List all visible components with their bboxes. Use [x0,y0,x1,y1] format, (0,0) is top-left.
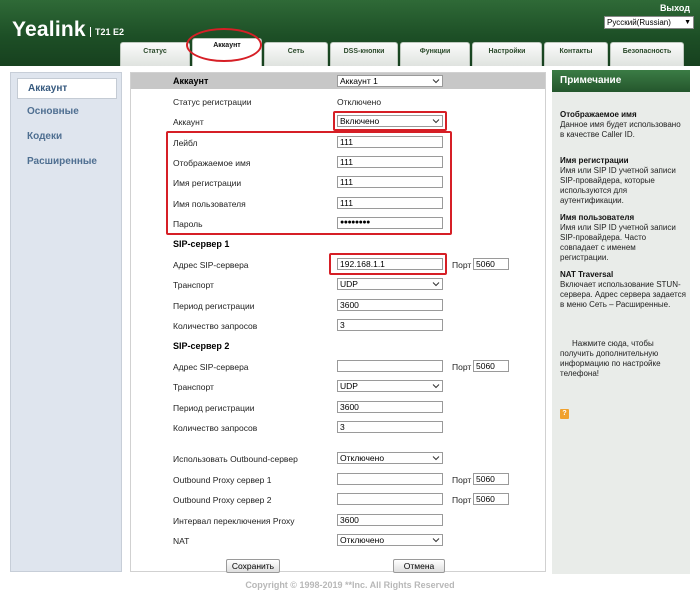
chevron-down-icon [432,538,440,543]
chevron-down-icon [432,384,440,389]
account-active-highlight [333,111,447,131]
sip1-period-input[interactable]: 3600 [337,299,443,311]
save-button[interactable]: Сохранить [226,559,280,573]
outbound-use-value: Отключено [340,453,385,463]
sip1-transport-select[interactable]: UDP [337,278,443,290]
sidebar-item-advanced[interactable]: Расширенные [27,156,97,167]
proxy2-port-label: Порт [452,495,472,505]
proxy1-port-input[interactable]: 5060 [473,473,509,485]
note-help-link[interactable]: Нажмите сюда, чтобы получить дополнитель… [560,339,686,379]
proxy1-label: Outbound Proxy сервер 1 [173,475,272,485]
proxy2-label: Outbound Proxy сервер 2 [173,495,272,505]
sip2-transport-select[interactable]: UDP [337,380,443,392]
tab-dss-keys[interactable]: DSS-кнопки [330,42,398,66]
outbound-use-select[interactable]: Отключено [337,452,443,464]
note-user-name-title: Имя пользователя [560,213,635,222]
tab-features[interactable]: Функции [400,42,470,66]
account-select[interactable]: Аккаунт 1 [337,75,443,87]
tab-network[interactable]: Сеть [264,42,328,66]
sip1-retries-label: Количество запросов [173,321,258,331]
chevron-down-icon [432,282,440,287]
sip2-port-label: Порт [452,362,472,372]
sidebar-item-account[interactable]: Аккаунт [17,78,117,99]
nat-label: NAT [173,536,190,546]
tab-contacts[interactable]: Контакты [544,42,608,66]
account-form: Аккаунт Аккаунт 1 Статус регистрации Отк… [130,72,546,573]
fallback-interval-label: Интервал переключения Proxy [173,516,295,526]
sip1-port-input[interactable]: 5060 [473,258,509,270]
account-select-value: Аккаунт 1 [340,76,378,86]
note-nat-title: NAT Traversal [560,270,614,279]
note-display-name-text: Данное имя будет использовано в качестве… [560,120,681,139]
sip2-transport-value: UDP [340,381,358,391]
sip2-title: SIP-сервер 2 [173,341,230,351]
reg-status-value: Отключено [337,97,382,107]
yealink-logo: Yealink [12,18,86,41]
note-register-name-text: Имя или SIP ID учетной записи SIP-провай… [560,166,676,205]
nat-select[interactable]: Отключено [337,534,443,546]
language-select[interactable]: Русский(Russian) ▼ [604,16,694,29]
chevron-down-icon [432,456,440,461]
sip1-port-label: Порт [452,260,472,270]
note-nat-text: Включает использование STUN-сервера. Адр… [560,280,686,309]
tab-settings[interactable]: Настройки [472,42,542,66]
sip2-retries-input[interactable]: 3 [337,421,443,433]
sip1-retries-input[interactable]: 3 [337,319,443,331]
sip2-period-input[interactable]: 3600 [337,401,443,413]
tab-status[interactable]: Статус [120,42,190,66]
tab-security[interactable]: Безопасность [610,42,684,66]
sip2-port-input[interactable]: 5060 [473,360,509,372]
outbound-use-label: Использовать Outbound-сервер [173,454,298,464]
sip1-server-label: Адрес SIP-сервера [173,260,249,270]
left-sidebar: Аккаунт Основные Кодеки Расширенные [10,72,122,572]
proxy1-input[interactable] [337,473,443,485]
note-register-name-title: Имя регистрации [560,156,629,165]
proxy1-port-label: Порт [452,475,472,485]
language-value: Русский(Russian) [607,18,671,27]
sip2-retries-label: Количество запросов [173,423,258,433]
notes-title: Примечание [552,70,690,92]
reg-status-label: Статус регистрации [173,97,252,107]
model-name: T21 E2 [90,27,124,37]
note-help-icon: ? [560,409,569,419]
sip1-transport-value: UDP [340,279,358,289]
sip2-server-label: Адрес SIP-сервера [173,362,249,372]
sip1-server-highlight [329,253,447,275]
note-user-name-text: Имя или SIP ID учетной записи SIP-провай… [560,223,676,262]
account-active-label: Аккаунт [173,117,204,127]
fallback-interval-input[interactable]: 3600 [337,514,443,526]
tab-highlight-ellipse [186,28,262,62]
nat-value: Отключено [340,535,385,545]
sidebar-item-basic[interactable]: Основные [27,106,79,117]
proxy2-input[interactable] [337,493,443,505]
sip1-transport-label: Транспорт [173,280,214,290]
note-display-name-title: Отображаемое имя [560,110,637,119]
account-section-title: Аккаунт [173,76,209,86]
sip1-title: SIP-сервер 1 [173,239,230,249]
chevron-down-icon: ▼ [684,19,691,26]
logout-link[interactable]: Выход [660,3,690,13]
sip2-server-input[interactable] [337,360,443,372]
notes-panel: Примечание Отображаемое имя Данное имя б… [552,70,690,574]
sip1-period-label: Период регистрации [173,301,255,311]
proxy2-port-input[interactable]: 5060 [473,493,509,505]
top-header: Yealink T21 E2 Выход Русский(Russian) ▼ … [0,0,700,66]
cancel-button[interactable]: Отмена [393,559,445,573]
credentials-highlight [166,131,452,235]
copyright-footer: Copyright © 1998-2019 **Inc. All Rights … [245,580,455,590]
sidebar-item-codecs[interactable]: Кодеки [27,131,62,142]
sip2-period-label: Период регистрации [173,403,255,413]
chevron-down-icon [432,79,440,84]
sip2-transport-label: Транспорт [173,382,214,392]
